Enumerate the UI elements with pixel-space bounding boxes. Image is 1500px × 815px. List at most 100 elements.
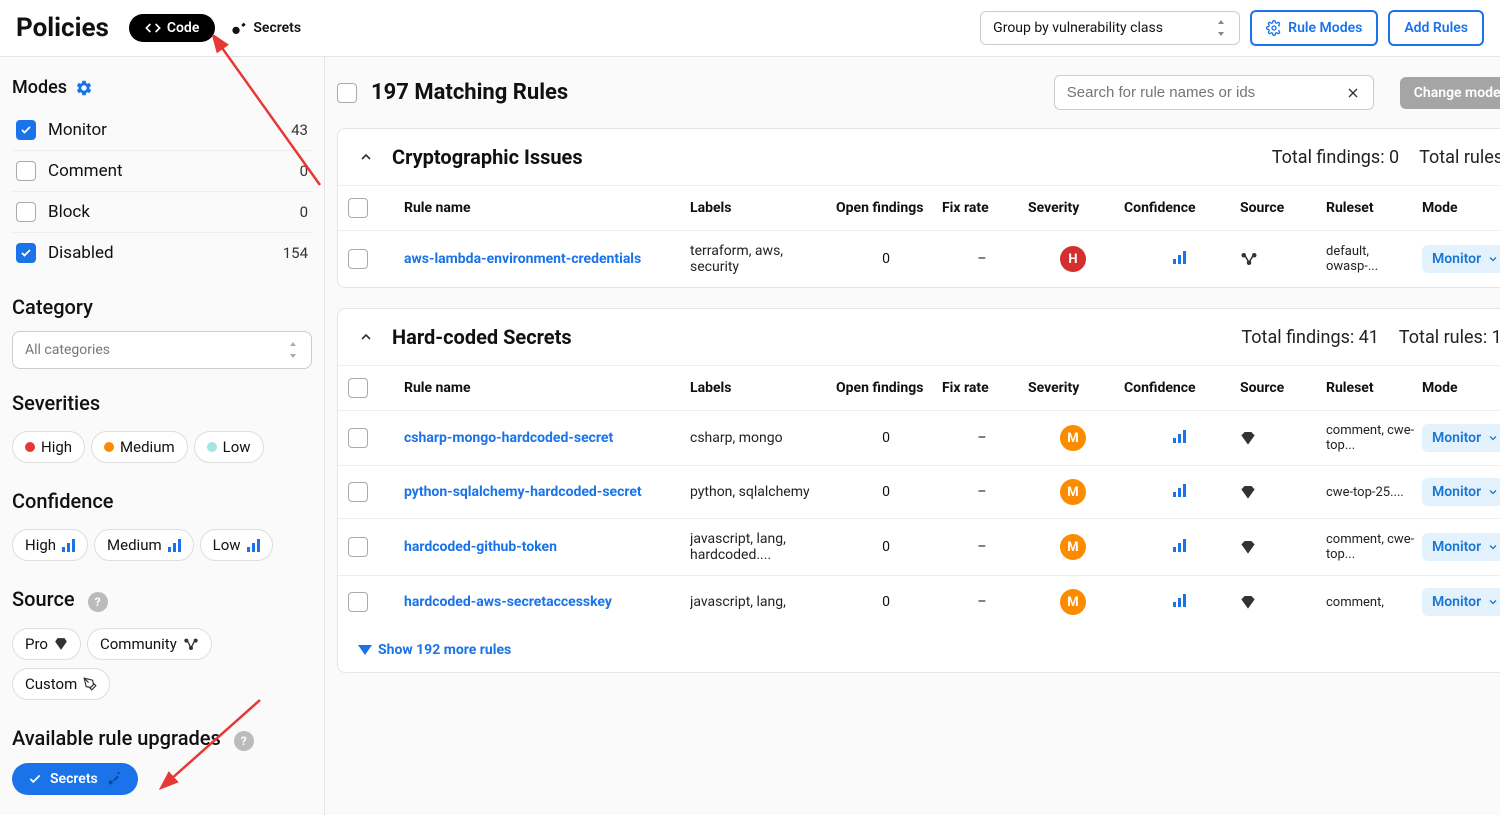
add-rules-button[interactable]: Add Rules [1388, 10, 1484, 46]
severity-chip[interactable]: High [12, 431, 85, 463]
column-header: Fix rate [942, 380, 1022, 396]
add-rules-label: Add Rules [1404, 20, 1468, 36]
chevron-up-icon [358, 329, 374, 345]
bars-icon [168, 538, 181, 552]
group-header[interactable]: Hard-coded Secrets Total findings: 41Tot… [338, 309, 1500, 365]
group-stats: Total findings: 41Total rules: 196 [1221, 327, 1500, 348]
fix-rate: – [942, 484, 1022, 500]
mode-label: Block [48, 202, 300, 222]
group-title: Cryptographic Issues [392, 145, 583, 169]
chevron-down-icon [1487, 596, 1499, 608]
rule-checkbox[interactable] [348, 482, 368, 502]
column-header: Mode [1422, 200, 1500, 216]
category-select[interactable]: All categories [12, 331, 312, 369]
confidence-chip[interactable]: High [12, 529, 88, 561]
rule-name-link[interactable]: aws-lambda-environment-credentials [404, 251, 684, 267]
show-more-link[interactable]: Show 192 more rules [338, 628, 1500, 672]
confidence-chip[interactable]: Low [200, 529, 273, 561]
group-header[interactable]: Cryptographic Issues Total findings: 0To… [338, 129, 1500, 185]
open-findings: 0 [836, 484, 936, 500]
severities-title: Severities [12, 391, 312, 415]
change-modes-button[interactable]: Change modes (0) [1400, 77, 1500, 109]
source-chip[interactable]: Pro [12, 628, 81, 660]
gear-icon[interactable] [75, 79, 93, 97]
severity-chip[interactable]: Low [194, 431, 264, 463]
secrets-upgrade-chip[interactable]: Secrets [12, 763, 138, 795]
source-chip[interactable]: Custom [12, 668, 110, 700]
tab-secrets[interactable]: Secrets [215, 14, 317, 42]
rule-checkbox[interactable] [348, 592, 368, 612]
rule-modes-label: Rule Modes [1288, 20, 1362, 36]
help-icon[interactable]: ? [234, 731, 254, 751]
diamond-icon [1240, 485, 1256, 499]
mode-dropdown[interactable]: Monitor [1422, 478, 1500, 506]
mode-row[interactable]: Monitor 43 [12, 110, 312, 151]
mode-checkbox[interactable] [16, 161, 36, 181]
rule-name-link[interactable]: hardcoded-github-token [404, 539, 684, 555]
close-icon[interactable] [1345, 85, 1361, 101]
main: 197 Matching Rules Change modes (0) Cryp… [325, 57, 1500, 815]
pen-icon [83, 677, 97, 691]
mode-checkbox[interactable] [16, 243, 36, 263]
group-by-label: Group by vulnerability class [993, 20, 1163, 36]
tab-code[interactable]: Code [129, 14, 216, 42]
fix-rate: – [942, 251, 1022, 267]
mode-row[interactable]: Comment 0 [12, 151, 312, 192]
search-input[interactable] [1067, 84, 1345, 101]
source-title: Source ? [12, 587, 312, 612]
column-header: Confidence [1124, 380, 1234, 396]
table-header: Rule nameLabelsOpen findingsFix rateSeve… [338, 365, 1500, 410]
confidence-chip[interactable]: Medium [94, 529, 194, 561]
mode-checkbox[interactable] [16, 202, 36, 222]
rule-labels: terraform, aws, security [690, 243, 830, 275]
search-box[interactable] [1054, 75, 1374, 110]
select-group-checkbox[interactable] [348, 378, 368, 398]
mode-row[interactable]: Disabled 154 [12, 233, 312, 273]
rule-labels: javascript, lang, [690, 594, 830, 610]
mode-dropdown[interactable]: Monitor [1422, 424, 1500, 452]
source-chip[interactable]: Community [87, 628, 212, 660]
confidence [1124, 250, 1234, 268]
source [1240, 252, 1320, 266]
mode-cell: Monitor [1422, 478, 1500, 506]
rule-group: Hard-coded Secrets Total findings: 41Tot… [337, 308, 1500, 673]
rule-modes-button[interactable]: Rule Modes [1250, 10, 1378, 46]
rule-name-link[interactable]: csharp-mongo-hardcoded-secret [404, 430, 684, 446]
diamond-icon [1240, 431, 1256, 445]
select-all-checkbox[interactable] [337, 83, 357, 103]
mode-dropdown[interactable]: Monitor [1422, 588, 1500, 616]
source [1240, 485, 1320, 499]
rule-name-link[interactable]: python-sqlalchemy-hardcoded-secret [404, 484, 684, 500]
upgrades-title: Available rule upgrades ? [12, 726, 312, 751]
ruleset: comment, cwe-top... [1326, 423, 1416, 453]
rule-name-link[interactable]: hardcoded-aws-secretaccesskey [404, 594, 684, 610]
bars-icon [62, 538, 75, 552]
header: Policies Code Secrets Group by vulnerabi… [0, 0, 1500, 57]
column-header: Source [1240, 200, 1320, 216]
rule-checkbox[interactable] [348, 428, 368, 448]
secrets-chip-label: Secrets [50, 771, 98, 787]
fix-rate: – [942, 539, 1022, 555]
mode-row[interactable]: Block 0 [12, 192, 312, 233]
triangle-down-icon [358, 645, 372, 655]
column-header: Ruleset [1326, 380, 1416, 396]
source [1240, 431, 1320, 445]
rule-checkbox[interactable] [348, 537, 368, 557]
rule-row: hardcoded-aws-secretaccesskey javascript… [338, 575, 1500, 628]
source [1240, 595, 1320, 609]
column-header: Fix rate [942, 200, 1022, 216]
severity-chip[interactable]: Medium [91, 431, 188, 463]
mode-dropdown[interactable]: Monitor [1422, 245, 1500, 273]
chevron-down-icon [1487, 486, 1499, 498]
severity: M [1028, 534, 1118, 560]
mode-checkbox[interactable] [16, 120, 36, 140]
mode-dropdown[interactable]: Monitor [1422, 533, 1500, 561]
rule-checkbox[interactable] [348, 249, 368, 269]
help-icon[interactable]: ? [88, 592, 108, 612]
network-icon [183, 637, 199, 651]
select-group-checkbox[interactable] [348, 198, 368, 218]
mode-count: 0 [300, 203, 308, 221]
confidence-title: Confidence [12, 489, 312, 513]
group-by-select[interactable]: Group by vulnerability class [980, 11, 1240, 45]
open-findings: 0 [836, 251, 936, 267]
